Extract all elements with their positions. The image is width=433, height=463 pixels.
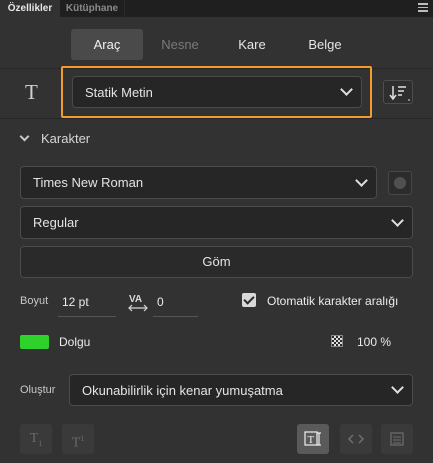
selectable-text-button[interactable]: T [297,424,329,454]
panel-tab-strip: Özellikler Kütüphane [0,0,433,17]
render-mode-dropdown[interactable]: Okunabilirlik için kenar yumuşatma [69,374,413,406]
tracking-underline [153,316,198,317]
text-direction-button[interactable] [383,80,413,104]
embed-button[interactable]: Göm [20,246,413,278]
globe-icon [394,177,406,189]
border-text-button[interactable] [381,424,413,454]
font-sync-button[interactable] [388,171,412,195]
segment-tool[interactable]: Araç [71,29,143,60]
size-underline [58,316,116,317]
html-render-button[interactable] [340,424,372,454]
chevron-down-icon [391,213,404,227]
fill-label: Dolgu [59,335,91,349]
font-style-value: Regular [33,215,79,230]
segment-document[interactable]: Belge [287,29,363,60]
section-title-character: Karakter [41,131,91,146]
superscript-button[interactable]: T1 [62,424,94,454]
render-mode-value: Okunabilirlik için kenar yumuşatma [82,382,283,398]
divider [0,118,433,119]
tab-properties[interactable]: Özellikler [0,0,60,17]
render-label: Oluştur [20,384,56,396]
focus-highlight [61,66,372,118]
subscript-button[interactable]: T1 [20,424,52,454]
text-direction-icon [389,86,410,101]
panel-menu-icon[interactable] [418,3,429,13]
svg-text:T: T [308,434,315,446]
tracking-icon: VA [128,294,148,312]
code-icon [347,434,365,444]
segment-frame[interactable]: Kare [217,29,287,60]
font-family-value: Times New Roman [33,175,144,190]
size-value[interactable]: 12 pt [62,295,89,309]
tracking-value[interactable]: 0 [157,295,164,309]
size-label: Boyut [20,295,49,307]
alpha-value[interactable]: 100 % [357,335,391,349]
selectable-text-icon: T [304,431,321,446]
chevron-down-icon [391,381,404,394]
text-tool-icon: T [25,80,38,104]
alpha-checker-icon [331,335,343,347]
fill-color-swatch[interactable] [20,335,49,349]
collapse-chevron-icon[interactable] [19,131,30,142]
font-family-dropdown[interactable]: Times New Roman [20,166,377,199]
tab-library[interactable]: Kütüphane [60,0,125,17]
svg-text:VA: VA [129,294,142,305]
auto-kern-checkbox[interactable] [242,293,256,307]
auto-kern-label: Otomatik karakter aralığı [267,294,399,308]
text-border-icon [390,432,404,446]
font-style-dropdown[interactable]: Regular [20,206,413,239]
chevron-down-icon [355,173,368,187]
segment-object[interactable]: Nesne [143,29,217,60]
